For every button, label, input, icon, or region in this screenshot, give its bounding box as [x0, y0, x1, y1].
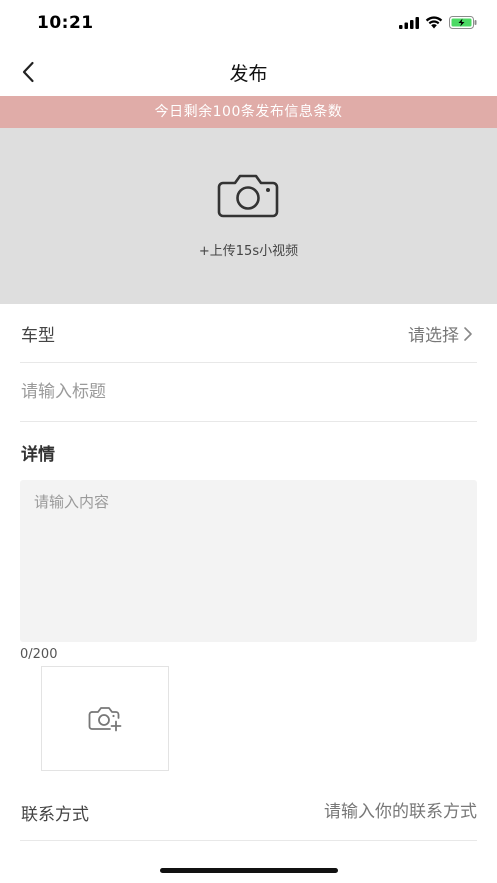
signal-icon — [399, 16, 419, 29]
wifi-icon — [425, 16, 443, 29]
content-textarea[interactable] — [20, 480, 477, 642]
status-icons — [399, 16, 477, 29]
char-counter: 0/200 — [20, 647, 58, 662]
remaining-posts-banner: 今日剩余100条发布信息条数 — [0, 96, 497, 128]
contact-label: 联系方式 — [21, 805, 89, 825]
upload-video-label: +上传15s小视频 — [198, 244, 299, 259]
upload-image-button[interactable] — [41, 666, 169, 771]
car-model-value-group: 请选择 — [408, 321, 473, 346]
car-model-value: 请选择 — [408, 326, 459, 346]
status-time: 10:21 — [37, 13, 94, 33]
car-model-selector[interactable]: 车型 请选择 — [20, 304, 477, 363]
upload-video-button[interactable]: +上传15s小视频 — [0, 128, 497, 304]
car-model-label: 车型 — [21, 326, 55, 346]
camera-icon — [217, 174, 279, 218]
contact-input[interactable] — [177, 797, 477, 827]
nav-bar: 发布 — [0, 48, 497, 96]
details-heading: 详情 — [21, 445, 55, 465]
battery-charging-icon — [449, 16, 477, 29]
status-bar: 10:21 — [0, 0, 497, 48]
chevron-right-icon — [464, 326, 472, 341]
page-title: 发布 — [229, 63, 268, 85]
camera-add-icon — [88, 706, 122, 731]
title-row — [20, 363, 477, 422]
home-indicator — [160, 868, 338, 873]
title-input[interactable] — [21, 377, 461, 407]
contact-row: 联系方式 — [20, 783, 477, 841]
